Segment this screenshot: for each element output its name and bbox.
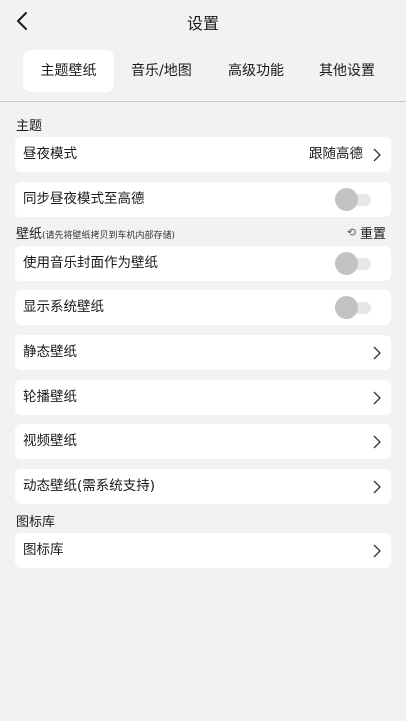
chevron-right-icon [373,480,381,494]
tab-music-map[interactable]: 音乐/地图 [131,50,192,92]
toggle-knob [335,296,358,319]
section-theme-label: 主题 [16,119,43,134]
row-live-wallpaper[interactable]: 动态壁纸(需系统支持) [15,469,391,504]
row-label: 使用音乐封面作为壁纸 [23,255,158,271]
tabs-divider [0,101,406,102]
chevron-right-icon [373,148,381,162]
tab-theme-wallpaper[interactable]: 主题壁纸 [23,50,114,92]
reset-label: 重置 [359,227,386,242]
row-label: 同步昼夜模式至高德 [23,191,145,207]
row-label: 静态壁纸 [23,344,77,360]
row-icon-library[interactable]: 图标库 [15,533,391,568]
wallpaper-title: 壁纸 [16,227,43,242]
toggle-knob [335,188,358,211]
row-static-wallpaper[interactable]: 静态壁纸 [15,335,391,370]
chevron-right-icon [373,544,381,558]
row-video-wallpaper[interactable]: 视频壁纸 [15,424,391,459]
row-label: 轮播壁纸 [23,389,77,405]
sync-day-night-toggle[interactable] [335,188,371,211]
row-carousel-wallpaper[interactable]: 轮播壁纸 [15,380,391,415]
section-wallpaper-label: 壁纸(请先将壁纸拷贝到车机内部存储) [16,223,175,242]
row-label: 图标库 [23,542,64,558]
row-value: 跟随高德 [309,146,363,162]
row-label: 动态壁纸(需系统支持) [23,478,156,494]
reset-icon: ⟲ [346,226,356,239]
tab-advanced[interactable]: 高级功能 [228,50,284,92]
page-title: 设置 [186,14,219,33]
section-icons-label: 图标库 [16,515,56,530]
toggle-knob [335,252,358,275]
row-day-night-mode[interactable]: 昼夜模式 跟随高德 [15,137,391,172]
wallpaper-hint: (请先将壁纸拷贝到车机内部存储) [42,231,176,241]
row-label: 视频壁纸 [23,433,77,449]
music-cover-toggle[interactable] [335,252,371,275]
wallpaper-reset-button[interactable]: ⟲ 重置 [347,223,386,242]
system-wallpaper-toggle[interactable] [335,296,371,319]
row-label: 昼夜模式 [23,146,77,162]
chevron-right-icon [373,391,381,405]
row-music-cover-wallpaper: 使用音乐封面作为壁纸 [15,246,391,281]
chevron-right-icon [373,346,381,360]
chevron-right-icon [373,435,381,449]
tab-other-settings[interactable]: 其他设置 [319,50,375,92]
row-label: 显示系统壁纸 [23,299,104,315]
row-system-wallpaper: 显示系统壁纸 [15,290,391,325]
row-sync-day-night: 同步昼夜模式至高德 [15,182,391,217]
header-bar: 设置 [0,0,406,42]
tab-bar: 局 主题壁纸 音乐/地图 高级功能 其他设置 [0,48,406,94]
